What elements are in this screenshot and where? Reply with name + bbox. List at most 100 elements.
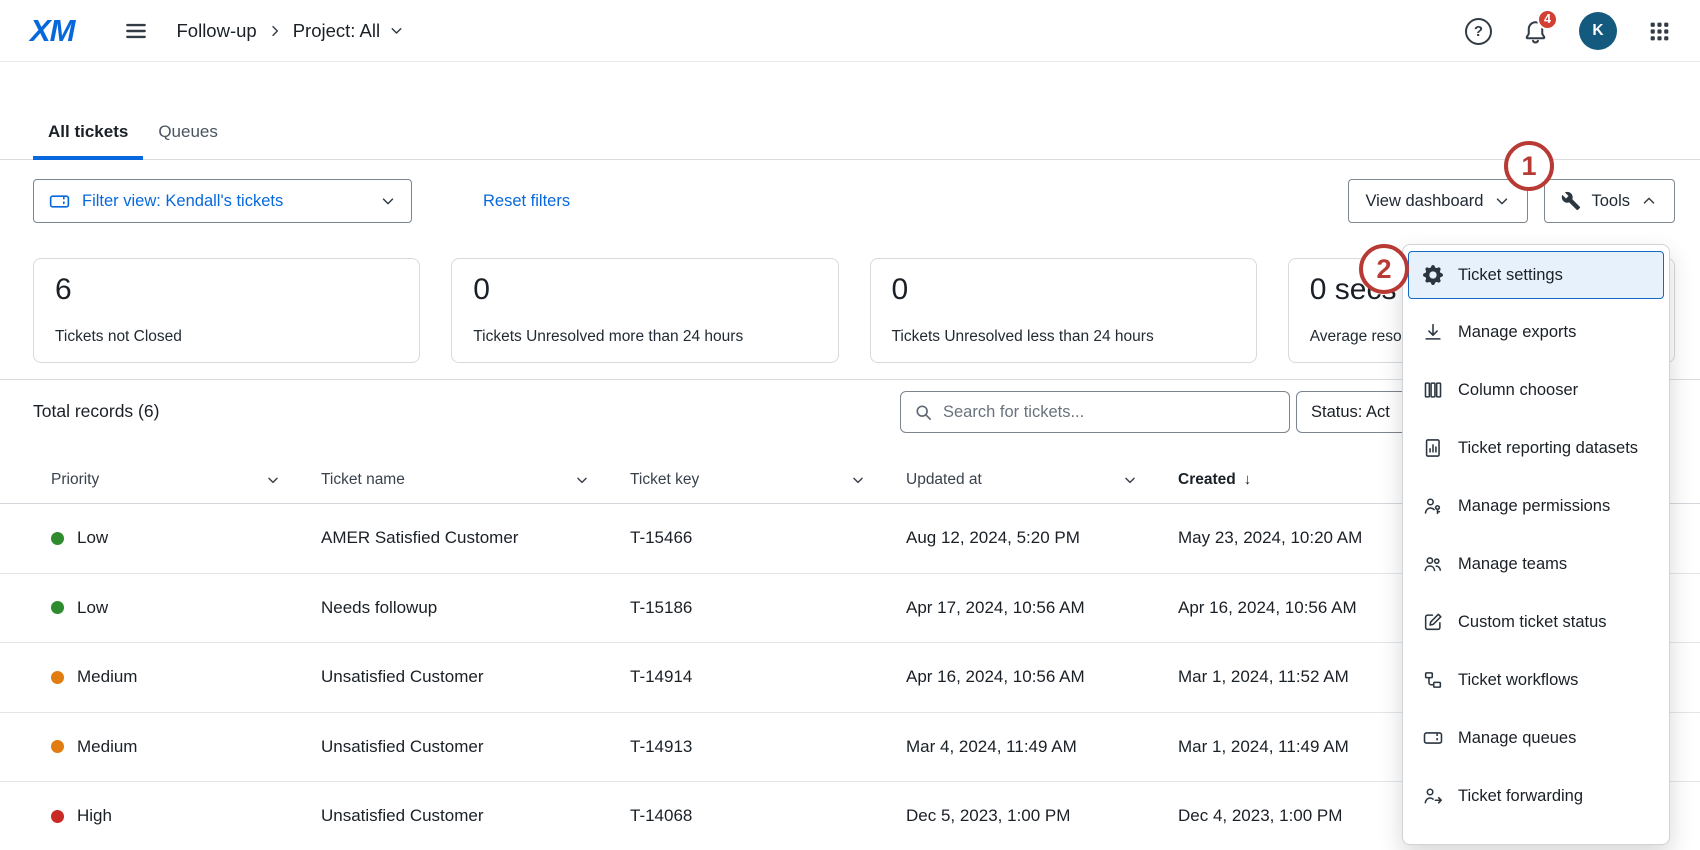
annotation-step-2: 2 (1359, 244, 1409, 294)
menu-item-manage-teams[interactable]: Manage teams (1403, 535, 1669, 593)
top-navigation-bar: XM Follow-up Project: All ? 4 K (0, 0, 1700, 62)
xm-logo[interactable]: XM (30, 13, 75, 49)
ticket-name-cell: Needs followup (321, 598, 630, 618)
priority-cell: Medium (51, 667, 321, 687)
menu-item-column-chooser[interactable]: Column chooser (1403, 361, 1669, 419)
stat-card-unresolved-less-24h: 0 Tickets Unresolved less than 24 hours (870, 258, 1257, 363)
chevron-right-icon (267, 23, 283, 39)
stat-value: 0 (473, 273, 816, 307)
stat-label: Tickets not Closed (55, 328, 398, 346)
sort-descending-icon: ↓ (1244, 471, 1252, 488)
tab-all-tickets[interactable]: All tickets (33, 122, 143, 159)
help-icon[interactable]: ? (1465, 18, 1492, 45)
priority-text: Medium (77, 667, 137, 687)
column-label: Priority (51, 471, 99, 489)
updated-at-cell: Apr 16, 2024, 10:56 AM (906, 667, 1178, 687)
workflow-icon (1421, 669, 1444, 692)
ticket-key-cell: T-15186 (630, 598, 906, 618)
menu-item-label: Ticket reporting datasets (1458, 439, 1638, 458)
column-label: Updated at (906, 471, 982, 489)
search-input[interactable] (943, 403, 1277, 422)
priority-text: Low (77, 598, 108, 618)
stat-card-unresolved-more-24h: 0 Tickets Unresolved more than 24 hours (451, 258, 838, 363)
priority-text: Low (77, 528, 108, 548)
hamburger-menu-icon[interactable] (121, 16, 151, 46)
topbar-actions: ? 4 K (1465, 0, 1672, 62)
menu-item-label: Column chooser (1458, 381, 1578, 400)
ticket-name-cell: Unsatisfied Customer (321, 737, 630, 757)
chevron-down-icon (850, 472, 866, 488)
priority-dot (51, 810, 64, 823)
chevron-down-icon (1493, 192, 1511, 210)
column-header-updated-at[interactable]: Updated at (906, 471, 1178, 489)
filter-view-label: Filter view: Kendall's tickets (82, 192, 368, 211)
ticket-name-cell: AMER Satisfied Customer (321, 528, 630, 548)
updated-at-cell: Mar 4, 2024, 11:49 AM (906, 737, 1178, 757)
priority-text: Medium (77, 737, 137, 757)
tools-button[interactable]: Tools (1544, 179, 1675, 223)
person-forward-icon (1421, 785, 1444, 808)
column-header-ticket-name[interactable]: Ticket name (321, 471, 630, 489)
chevron-up-icon (1640, 192, 1658, 210)
chevron-down-icon (265, 472, 281, 488)
column-header-priority[interactable]: Priority (51, 471, 321, 489)
column-label: Ticket key (630, 471, 699, 489)
menu-item-ticket-settings[interactable]: Ticket settings (1408, 251, 1664, 299)
ticket-icon (48, 190, 71, 213)
breadcrumb-section[interactable]: Follow-up (177, 20, 257, 42)
columns-icon (1421, 379, 1444, 402)
chevron-down-icon (379, 192, 397, 210)
project-selector[interactable]: Project: All (293, 20, 405, 42)
menu-item-manage-exports[interactable]: Manage exports (1403, 303, 1669, 361)
notifications-button[interactable]: 4 (1522, 18, 1549, 45)
ticket-name-cell: Unsatisfied Customer (321, 806, 630, 826)
stat-label: Tickets Unresolved less than 24 hours (892, 328, 1235, 346)
stat-label: Tickets Unresolved more than 24 hours (473, 328, 816, 346)
gear-icon (1421, 264, 1444, 287)
menu-item-custom-ticket-status[interactable]: Custom ticket status (1403, 593, 1669, 651)
column-label: Created (1178, 471, 1236, 489)
ticket-key-cell: T-14913 (630, 737, 906, 757)
menu-item-label: Manage teams (1458, 555, 1567, 574)
stat-card-not-closed: 6 Tickets not Closed (33, 258, 420, 363)
ticket-key-cell: T-15466 (630, 528, 906, 548)
chevron-down-icon (574, 472, 590, 488)
ticket-icon (1421, 727, 1444, 750)
priority-cell: Low (51, 528, 321, 548)
ticket-search[interactable] (900, 391, 1290, 433)
notification-badge: 4 (1537, 9, 1558, 30)
filters-toolbar: Filter view: Kendall's tickets Reset fil… (33, 179, 1675, 223)
priority-dot (51, 740, 64, 753)
priority-dot (51, 671, 64, 684)
person-key-icon (1421, 495, 1444, 518)
view-dashboard-label: View dashboard (1365, 192, 1483, 211)
menu-item-label: Custom ticket status (1458, 613, 1607, 632)
menu-item-label: Manage exports (1458, 323, 1576, 342)
menu-item-ticket-workflows[interactable]: Ticket workflows (1403, 651, 1669, 709)
menu-item-label: Manage permissions (1458, 497, 1610, 516)
priority-cell: High (51, 806, 321, 826)
menu-item-label: Ticket workflows (1458, 671, 1578, 690)
tab-queues[interactable]: Queues (143, 122, 233, 159)
column-header-ticket-key[interactable]: Ticket key (630, 471, 906, 489)
menu-item-manage-queues[interactable]: Manage queues (1403, 709, 1669, 767)
menu-item-ticket-reporting-datasets[interactable]: Ticket reporting datasets (1403, 419, 1669, 477)
app-grid-icon[interactable] (1647, 19, 1672, 44)
reset-filters-link[interactable]: Reset filters (483, 179, 570, 223)
avatar[interactable]: K (1579, 12, 1617, 50)
total-records-label: Total records (6) (33, 401, 159, 422)
menu-item-label: Ticket forwarding (1458, 787, 1583, 806)
filter-view-dropdown[interactable]: Filter view: Kendall's tickets (33, 179, 412, 223)
menu-item-ticket-forwarding[interactable]: Ticket forwarding (1403, 767, 1669, 825)
search-icon (913, 402, 934, 423)
column-label: Ticket name (321, 471, 405, 489)
toolbar-right-buttons: View dashboard Tools (1348, 179, 1675, 223)
wrench-icon (1561, 191, 1581, 211)
stat-value: 6 (55, 273, 398, 307)
dataset-chart-icon (1421, 437, 1444, 460)
people-icon (1421, 553, 1444, 576)
priority-cell: Low (51, 598, 321, 618)
menu-item-manage-permissions[interactable]: Manage permissions (1403, 477, 1669, 535)
view-dashboard-button[interactable]: View dashboard (1348, 179, 1528, 223)
priority-text: High (77, 806, 112, 826)
